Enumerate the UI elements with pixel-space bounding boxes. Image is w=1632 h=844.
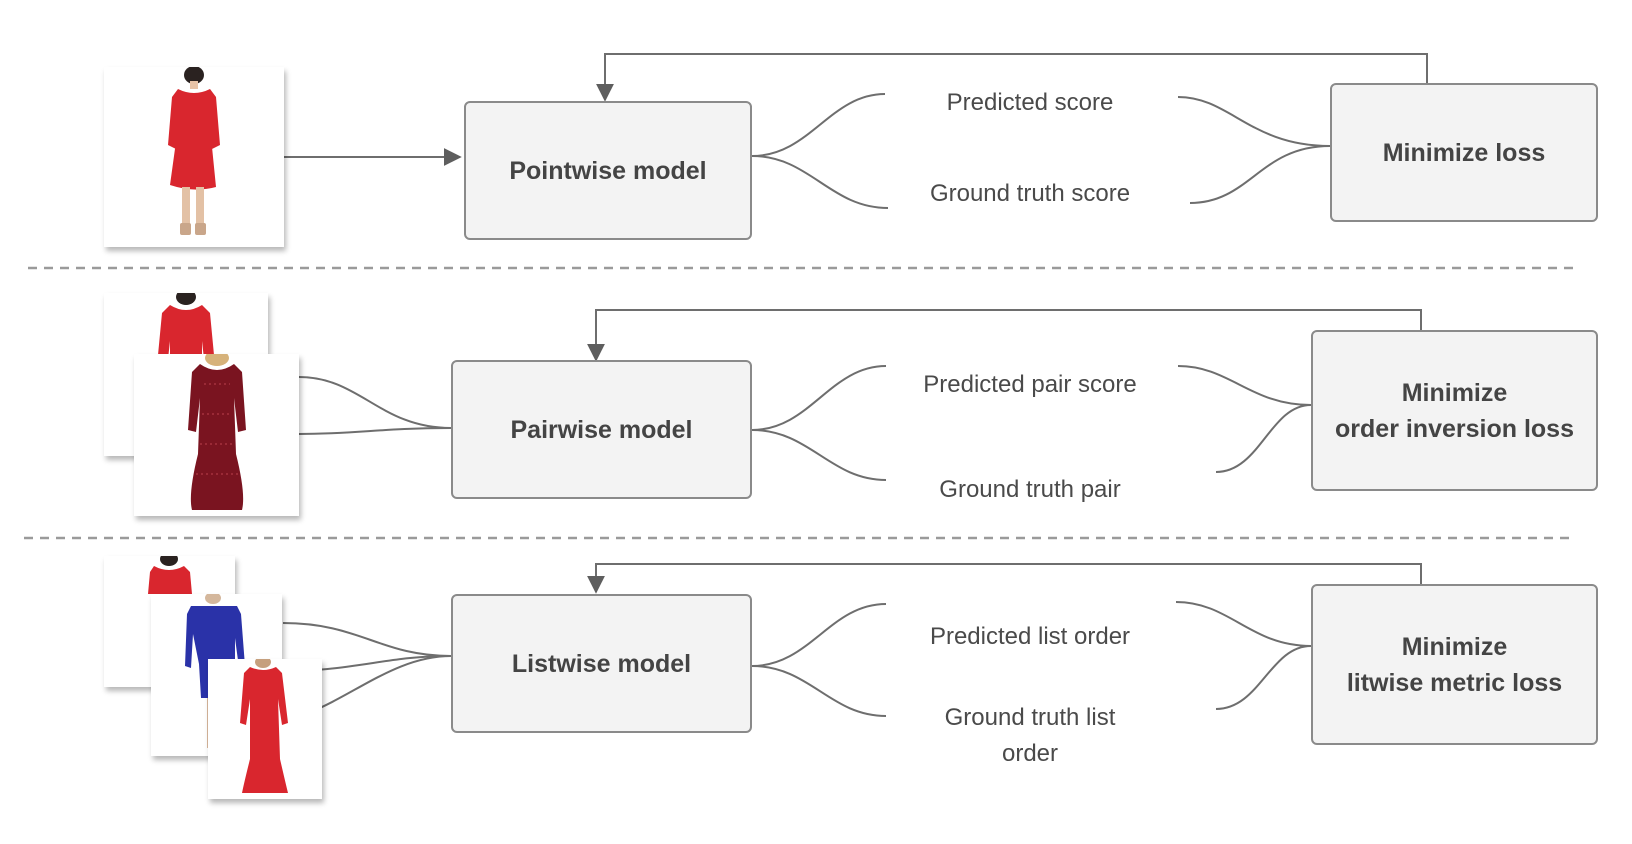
feedback-loop-listwise [587,563,1422,594]
feedback-loop-pairwise [587,309,1422,362]
loss-label-line-1: Minimize [1401,378,1508,407]
predicted-list-order-label: Predicted list order [929,623,1131,650]
branch-ground-truth-score [751,155,889,209]
red-gown-icon [240,659,288,793]
listwise-model-label: Listwise model [511,649,692,678]
minimize-loss-label: Minimize loss [1382,138,1546,167]
ground-truth-list-order-line-2: order [1001,740,1059,767]
input-curve-pair-1 [298,376,452,429]
minimize-listwise-metric-loss-box: Minimize litwise metric loss [1311,584,1598,745]
input-curve-list-1 [282,622,452,657]
branch-predicted-list-order [751,603,887,667]
loss-label-line-2: litwise metric loss [1346,668,1563,697]
ground-truth-list-order-line-1: Ground truth list [944,704,1116,731]
listwise-model-box: Listwise model [451,594,752,733]
merge-ground-truth-list-order [1215,645,1312,710]
branch-predicted-score [751,93,886,157]
input-image-dress-2 [134,354,299,516]
branch-predicted-pair-score [751,365,887,431]
input-curve-pair-2 [298,427,452,435]
branch-ground-truth-pair [751,429,887,481]
dress-icon [168,67,220,235]
merge-ground-truth-pair [1215,404,1312,473]
ground-truth-list-order-label: Ground truth list order [880,700,1180,772]
loss-label-line-2: order inversion loss [1335,414,1574,443]
loss-label-line-1: Minimize [1401,632,1508,661]
predicted-score-label: Predicted score [946,89,1114,116]
pointwise-model-label: Pointwise model [509,156,707,185]
minimize-loss-box: Minimize loss [1330,83,1598,222]
predicted-pair-score-label: Predicted pair score [923,371,1137,398]
merge-predicted-list-order [1175,601,1312,647]
ground-truth-score-label: Ground truth score [929,180,1131,207]
merge-ground-truth-score [1189,145,1331,204]
gown-icon [188,354,246,510]
merge-predicted-pair-score [1177,365,1312,406]
input-image-dress-1 [104,67,284,247]
pointwise-model-box: Pointwise model [464,101,752,240]
input-image-dress-3 [208,659,322,799]
branch-ground-truth-list-order [751,665,887,717]
pairwise-model-label: Pairwise model [510,415,693,444]
merge-predicted-score [1177,96,1331,147]
ground-truth-pair-label: Ground truth pair [939,476,1121,503]
minimize-order-inversion-loss-box: Minimize order inversion loss [1311,330,1598,491]
pairwise-model-box: Pairwise model [451,360,752,499]
